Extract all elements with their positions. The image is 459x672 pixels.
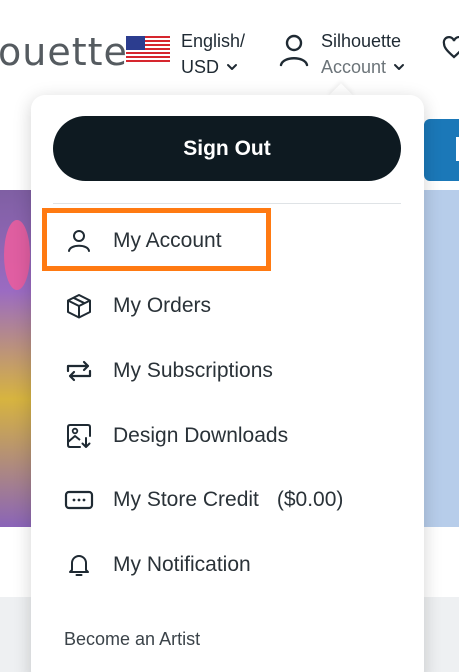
menu-item-my-orders[interactable]: My Orders xyxy=(53,277,401,335)
language-currency-selector[interactable]: English/ USD xyxy=(181,28,245,80)
menu-item-label: My Notification xyxy=(113,553,251,576)
language-label: English/ xyxy=(181,31,246,51)
menu-item-label: My Orders xyxy=(113,294,212,317)
repeat-icon xyxy=(64,356,94,386)
chevron-down-icon xyxy=(394,64,405,70)
account-label: Account xyxy=(321,57,387,77)
menu-item-label: My Subscriptions xyxy=(113,359,273,382)
sign-out-button[interactable]: Sign Out xyxy=(53,116,401,181)
store-credit-balance: ($0.00) xyxy=(276,488,344,511)
currency-label: USD xyxy=(181,57,220,77)
us-flag-icon[interactable] xyxy=(126,36,170,62)
heart-icon[interactable] xyxy=(442,36,459,60)
menu-item-my-subscriptions[interactable]: My Subscriptions xyxy=(53,342,401,400)
background-cta-button[interactable] xyxy=(424,119,459,181)
hero-banner-right xyxy=(423,190,459,527)
menu-item-label: My Account xyxy=(113,229,222,252)
menu-item-design-downloads[interactable]: Design Downloads xyxy=(53,407,401,465)
hero-banner-left xyxy=(0,190,32,527)
bell-icon xyxy=(64,550,94,580)
menu-item-label: Design Downloads xyxy=(113,424,289,447)
ticket-icon xyxy=(64,485,94,515)
menu-divider xyxy=(53,203,401,204)
account-dropdown-menu: Sign Out My Account My Orders My Subscri… xyxy=(31,95,424,672)
box-icon xyxy=(64,291,94,321)
image-download-icon xyxy=(64,421,94,451)
menu-item-label: My Store Credit xyxy=(113,488,259,511)
menu-item-my-account[interactable]: My Account xyxy=(53,212,401,270)
user-icon xyxy=(64,226,94,256)
user-icon[interactable] xyxy=(278,32,310,68)
become-artist-link[interactable]: Become an Artist xyxy=(64,629,200,650)
chevron-down-icon xyxy=(227,64,238,70)
account-menu-toggle[interactable]: Silhouette Account xyxy=(321,28,406,80)
account-brand-label: Silhouette xyxy=(321,31,402,51)
menu-item-my-store-credit[interactable]: My Store Credit ($0.00) xyxy=(53,471,401,529)
menu-item-my-notification[interactable]: My Notification xyxy=(53,536,401,594)
brand-logo[interactable]: ouette xyxy=(0,30,128,74)
